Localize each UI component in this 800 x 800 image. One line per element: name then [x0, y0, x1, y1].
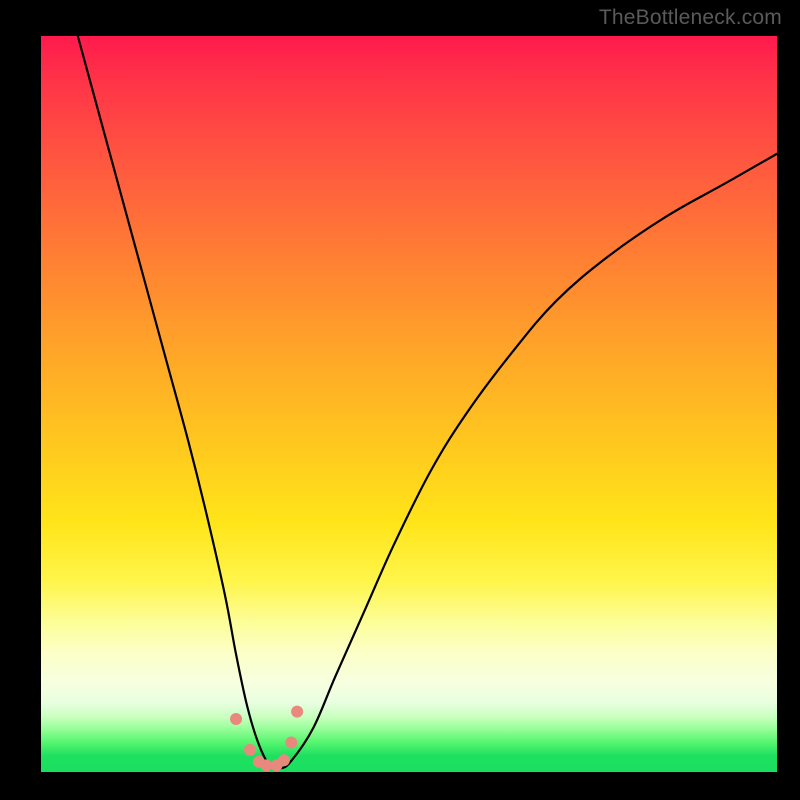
marker-dot: [278, 754, 290, 766]
watermark-text: TheBottleneck.com: [599, 6, 782, 30]
marker-dot: [291, 706, 303, 718]
chart-svg: [41, 36, 777, 772]
marker-dot: [285, 737, 297, 749]
marker-dot: [230, 713, 242, 725]
chart-frame: TheBottleneck.com: [0, 0, 800, 800]
plot-area: [41, 36, 777, 772]
marker-dot: [244, 744, 256, 756]
bottleneck-curve: [78, 36, 777, 769]
marker-dot: [260, 759, 272, 771]
